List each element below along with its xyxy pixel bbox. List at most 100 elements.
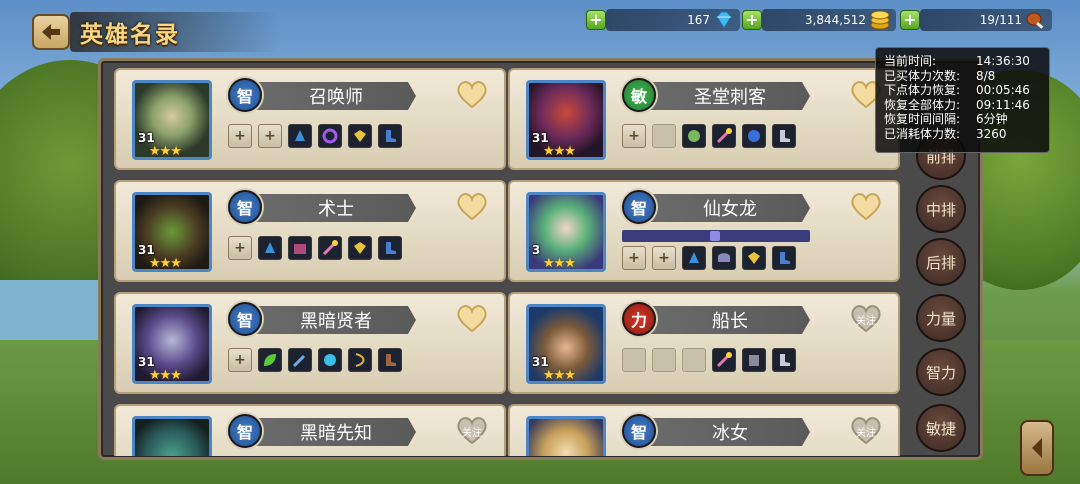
follow-label: 关注 <box>856 316 876 327</box>
favorite-heart-icon[interactable] <box>454 190 490 222</box>
equipment-slots <box>622 348 796 372</box>
attribute-badge: 智 <box>228 190 262 224</box>
boots-item-icon[interactable] <box>772 348 796 372</box>
hero-card-dark-seer[interactable]: 31 ★★★ 黑暗贤者 智 + <box>114 292 506 394</box>
crystal-item-icon[interactable] <box>682 246 706 270</box>
favorite-heart-icon[interactable]: 关注 <box>454 414 490 446</box>
title-plate: 英雄名录 <box>70 12 280 52</box>
equip-empty-slot[interactable] <box>682 348 706 372</box>
tooltip-label: 已消耗体力数: <box>884 126 961 141</box>
chevron-left-icon <box>1032 438 1042 458</box>
boots-item-icon[interactable] <box>378 124 402 148</box>
favorite-heart-icon[interactable] <box>454 78 490 110</box>
filter-strength[interactable]: 力量 <box>916 294 966 342</box>
hero-card-templar-assassin[interactable]: 31 ★★★ 圣堂刺客 敏 + <box>508 68 900 170</box>
hero-portrait[interactable]: 3 ★★★ <box>526 192 606 272</box>
boots-item-icon[interactable] <box>378 236 402 260</box>
helmet-item-icon[interactable] <box>712 246 736 270</box>
hero-card-captain[interactable]: 31 ★★★ 船长 力 关注 <box>508 292 900 394</box>
hero-name-plate: 冰女 <box>650 418 810 446</box>
chest-item-icon[interactable] <box>288 236 312 260</box>
staff-item-icon[interactable] <box>712 348 736 372</box>
orb-item-icon[interactable] <box>742 124 766 148</box>
attribute-badge: 力 <box>622 302 656 336</box>
hero-portrait[interactable]: 31 ★★★ <box>132 304 212 384</box>
ring-item-icon[interactable] <box>318 124 342 148</box>
back-button[interactable] <box>32 14 70 50</box>
filter-intelligence[interactable]: 智力 <box>916 348 966 396</box>
gem-item-icon[interactable] <box>348 236 372 260</box>
attribute-label: 敏 <box>630 87 647 106</box>
upgrade-progress-strip <box>622 230 810 242</box>
staff-item-icon[interactable] <box>712 124 736 148</box>
boots-item-icon[interactable] <box>378 348 402 372</box>
tooltip-row: 恢复时间间隔: 6分钟 <box>884 112 1041 127</box>
attribute-label: 智 <box>630 199 647 218</box>
tooltip-label: 当前时间: <box>884 54 937 68</box>
hero-card-fairy-dragon[interactable]: 3 ★★★ 仙女龙 智 + + <box>508 180 900 282</box>
equip-add-slot[interactable]: + <box>652 246 676 270</box>
favorite-heart-icon[interactable] <box>454 302 490 334</box>
armor-item-icon[interactable] <box>742 348 766 372</box>
tooltip-row: 已买体力次数: 8/8 <box>884 69 1041 84</box>
hero-name-plate: 术士 <box>256 194 416 222</box>
filter-middle-row[interactable]: 中排 <box>916 185 966 233</box>
equip-add-slot[interactable]: + <box>622 246 646 270</box>
crystal-item-icon[interactable] <box>258 236 282 260</box>
hero-portrait[interactable] <box>526 416 606 456</box>
equip-add-slot[interactable]: + <box>228 124 252 148</box>
star-rating-icon: ★★★ <box>149 256 182 271</box>
attribute-label: 智 <box>236 87 253 106</box>
boots-item-icon[interactable] <box>772 246 796 270</box>
tooltip-label: 恢复时间间隔: <box>884 112 961 126</box>
favorite-heart-icon[interactable]: 关注 <box>848 414 884 446</box>
staff-item-icon[interactable] <box>318 236 342 260</box>
hero-list[interactable]: 31 ★★★ 召唤师 智 + + 31 ★★★ 圣堂刺客 敏 + 31 ★★★ … <box>106 64 906 456</box>
gold-value: 3,844,512 <box>804 13 866 27</box>
crystal-item-icon[interactable] <box>288 124 312 148</box>
hero-portrait[interactable]: 31 ★★★ <box>526 304 606 384</box>
gem-item-icon[interactable] <box>348 124 372 148</box>
equip-add-slot[interactable]: + <box>228 348 252 372</box>
orb-item-icon[interactable] <box>318 348 342 372</box>
hero-card-summoner[interactable]: 31 ★★★ 召唤师 智 + + <box>114 68 506 170</box>
star-rating-icon: ★★★ <box>149 144 182 159</box>
hero-card-warlock[interactable]: 31 ★★★ 术士 智 + <box>114 180 506 282</box>
wand-item-icon[interactable] <box>288 348 312 372</box>
back-arrow-icon <box>42 24 60 40</box>
hero-level: 31 <box>532 131 549 145</box>
diamond-value: 167 <box>687 13 710 27</box>
hero-portrait[interactable]: 31 ★★★ <box>132 80 212 160</box>
hero-portrait[interactable] <box>132 416 212 456</box>
filter-agility[interactable]: 敏捷 <box>916 404 966 452</box>
hero-portrait[interactable]: 31 ★★★ <box>526 80 606 160</box>
equip-empty-slot[interactable] <box>652 124 676 148</box>
equip-empty-slot[interactable] <box>652 348 676 372</box>
favorite-heart-icon[interactable]: 关注 <box>848 302 884 334</box>
equip-add-slot[interactable]: + <box>228 236 252 260</box>
attribute-label: 智 <box>630 423 647 442</box>
filter-back-row[interactable]: 后排 <box>916 238 966 286</box>
bow-item-icon[interactable] <box>348 348 372 372</box>
leaf-item-icon[interactable] <box>258 348 282 372</box>
filter-label: 智力 <box>925 363 956 382</box>
collapse-panel-button[interactable] <box>1020 420 1054 476</box>
hero-card-crystal-maiden[interactable]: 冰女 智 关注 <box>508 404 900 456</box>
hero-level: 31 <box>138 243 155 257</box>
add-gold-button[interactable]: + <box>742 10 762 30</box>
stamina-tooltip: 当前时间: 14:36:30 已买体力次数: 8/8 下点体力恢复: 00:05:46… <box>875 47 1050 153</box>
equip-add-slot[interactable]: + <box>258 124 282 148</box>
gem-item-icon[interactable] <box>742 246 766 270</box>
hero-portrait[interactable]: 31 ★★★ <box>132 192 212 272</box>
hero-card-shadow-shaman[interactable]: 黑暗先知 智 关注 <box>114 404 506 456</box>
amulet-item-icon[interactable] <box>682 124 706 148</box>
add-diamonds-button[interactable]: + <box>586 10 606 30</box>
stamina-counter[interactable]: 19/111 <box>920 9 1052 31</box>
background-sea <box>0 280 110 340</box>
equip-empty-slot[interactable] <box>622 348 646 372</box>
equipment-slots: + <box>228 348 402 372</box>
favorite-heart-icon[interactable] <box>848 190 884 222</box>
boots-item-icon[interactable] <box>772 124 796 148</box>
add-stamina-button[interactable]: + <box>900 10 920 30</box>
equip-add-slot[interactable]: + <box>622 124 646 148</box>
